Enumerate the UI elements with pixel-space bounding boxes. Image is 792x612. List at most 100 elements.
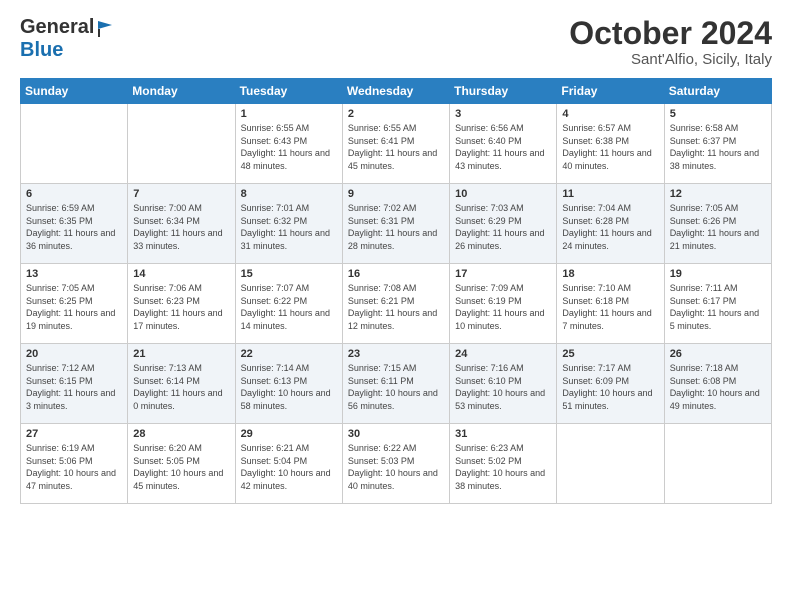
header: General Blue October 2024 Sant'Alfio, Si… bbox=[20, 16, 772, 68]
header-sunday: Sunday bbox=[21, 79, 128, 104]
day-number: 21 bbox=[133, 348, 229, 360]
calendar-cell: 16 Sunrise: 7:08 AM Sunset: 6:21 PM Dayli… bbox=[342, 264, 449, 344]
day-number: 12 bbox=[670, 188, 766, 200]
page: General Blue October 2024 Sant'Alfio, Si… bbox=[0, 0, 792, 514]
calendar-cell: 20 Sunrise: 7:12 AM Sunset: 6:15 PM Dayli… bbox=[21, 344, 128, 424]
day-number: 24 bbox=[455, 348, 551, 360]
day-info: Sunrise: 7:17 AM Sunset: 6:09 PM Dayligh… bbox=[562, 362, 658, 412]
calendar-cell: 31Sunrise: 6:23 AM Sunset: 5:02 PM Dayli… bbox=[450, 424, 557, 504]
day-info: Sunrise: 7:18 AM Sunset: 6:08 PM Dayligh… bbox=[670, 362, 766, 412]
calendar-cell: 28Sunrise: 6:20 AM Sunset: 5:05 PM Dayli… bbox=[128, 424, 235, 504]
calendar-cell: 18 Sunrise: 7:10 AM Sunset: 6:18 PM Dayli… bbox=[557, 264, 664, 344]
calendar-cell bbox=[557, 424, 664, 504]
calendar-week-row: 6 Sunrise: 6:59 AM Sunset: 6:35 PM Daylig… bbox=[21, 184, 772, 264]
calendar-cell: 24Sunrise: 7:16 AM Sunset: 6:10 PM Dayli… bbox=[450, 344, 557, 424]
day-info: Sunrise: 7:11 AM Sunset: 6:17 PM Dayligh… bbox=[670, 282, 766, 332]
day-info: Sunrise: 7:09 AM Sunset: 6:19 PM Dayligh… bbox=[455, 282, 551, 332]
calendar-cell: 14 Sunrise: 7:06 AM Sunset: 6:23 PM Dayli… bbox=[128, 264, 235, 344]
calendar-cell: 21 Sunrise: 7:13 AM Sunset: 6:14 PM Dayli… bbox=[128, 344, 235, 424]
day-number: 17 bbox=[455, 268, 551, 280]
day-info: Sunrise: 7:07 AM Sunset: 6:22 PM Dayligh… bbox=[241, 282, 337, 332]
day-number: 13 bbox=[26, 268, 122, 280]
day-info: Sunrise: 7:14 AM Sunset: 6:13 PM Dayligh… bbox=[241, 362, 337, 412]
day-number: 18 bbox=[562, 268, 658, 280]
calendar-cell: 6 Sunrise: 6:59 AM Sunset: 6:35 PM Daylig… bbox=[21, 184, 128, 264]
calendar-cell: 2 Sunrise: 6:55 AM Sunset: 6:41 PM Daylig… bbox=[342, 104, 449, 184]
calendar-cell bbox=[21, 104, 128, 184]
day-info: Sunrise: 7:13 AM Sunset: 6:14 PM Dayligh… bbox=[133, 362, 229, 412]
day-number: 15 bbox=[241, 268, 337, 280]
calendar-cell: 26Sunrise: 7:18 AM Sunset: 6:08 PM Dayli… bbox=[664, 344, 771, 424]
calendar-cell: 23 Sunrise: 7:15 AM Sunset: 6:11 PM Dayli… bbox=[342, 344, 449, 424]
day-number: 30 bbox=[348, 428, 444, 440]
day-number: 6 bbox=[26, 188, 122, 200]
calendar-cell: 25 Sunrise: 7:17 AM Sunset: 6:09 PM Dayli… bbox=[557, 344, 664, 424]
day-info: Sunrise: 6:23 AM Sunset: 5:02 PM Dayligh… bbox=[455, 442, 551, 492]
calendar-cell: 10 Sunrise: 7:03 AM Sunset: 6:29 PM Dayli… bbox=[450, 184, 557, 264]
calendar-cell: 3Sunrise: 6:56 AM Sunset: 6:40 PM Daylig… bbox=[450, 104, 557, 184]
calendar-cell: 29Sunrise: 6:21 AM Sunset: 5:04 PM Dayli… bbox=[235, 424, 342, 504]
day-info: Sunrise: 7:12 AM Sunset: 6:15 PM Dayligh… bbox=[26, 362, 122, 412]
day-info: Sunrise: 6:19 AM Sunset: 5:06 PM Dayligh… bbox=[26, 442, 122, 492]
calendar-week-row: 27 Sunrise: 6:19 AM Sunset: 5:06 PM Dayli… bbox=[21, 424, 772, 504]
calendar-cell: 22Sunrise: 7:14 AM Sunset: 6:13 PM Dayli… bbox=[235, 344, 342, 424]
calendar-cell bbox=[128, 104, 235, 184]
calendar-cell: 8 Sunrise: 7:01 AM Sunset: 6:32 PM Daylig… bbox=[235, 184, 342, 264]
location-subtitle: Sant'Alfio, Sicily, Italy bbox=[569, 51, 772, 68]
day-info: Sunrise: 6:55 AM Sunset: 6:43 PM Dayligh… bbox=[241, 122, 337, 172]
day-number: 14 bbox=[133, 268, 229, 280]
day-number: 3 bbox=[455, 108, 551, 120]
header-saturday: Saturday bbox=[664, 79, 771, 104]
header-thursday: Thursday bbox=[450, 79, 557, 104]
logo-flag-icon bbox=[96, 19, 114, 37]
day-info: Sunrise: 6:55 AM Sunset: 6:41 PM Dayligh… bbox=[348, 122, 444, 172]
calendar-cell: 5 Sunrise: 6:58 AM Sunset: 6:37 PM Daylig… bbox=[664, 104, 771, 184]
month-title: October 2024 bbox=[569, 16, 772, 51]
calendar-cell: 15 Sunrise: 7:07 AM Sunset: 6:22 PM Dayli… bbox=[235, 264, 342, 344]
day-number: 27 bbox=[26, 428, 122, 440]
day-info: Sunrise: 6:20 AM Sunset: 5:05 PM Dayligh… bbox=[133, 442, 229, 492]
day-info: Sunrise: 7:06 AM Sunset: 6:23 PM Dayligh… bbox=[133, 282, 229, 332]
day-number: 20 bbox=[26, 348, 122, 360]
calendar-cell: 30Sunrise: 6:22 AM Sunset: 5:03 PM Dayli… bbox=[342, 424, 449, 504]
header-tuesday: Tuesday bbox=[235, 79, 342, 104]
calendar-cell: 27 Sunrise: 6:19 AM Sunset: 5:06 PM Dayli… bbox=[21, 424, 128, 504]
day-number: 5 bbox=[670, 108, 766, 120]
calendar-cell: 17 Sunrise: 7:09 AM Sunset: 6:19 PM Dayli… bbox=[450, 264, 557, 344]
calendar-header: Sunday Monday Tuesday Wednesday Thursday… bbox=[21, 79, 772, 104]
calendar-cell: 19Sunrise: 7:11 AM Sunset: 6:17 PM Dayli… bbox=[664, 264, 771, 344]
day-info: Sunrise: 7:15 AM Sunset: 6:11 PM Dayligh… bbox=[348, 362, 444, 412]
day-number: 7 bbox=[133, 188, 229, 200]
header-wednesday: Wednesday bbox=[342, 79, 449, 104]
day-number: 16 bbox=[348, 268, 444, 280]
day-info: Sunrise: 7:03 AM Sunset: 6:29 PM Dayligh… bbox=[455, 202, 551, 252]
day-info: Sunrise: 6:21 AM Sunset: 5:04 PM Dayligh… bbox=[241, 442, 337, 492]
day-info: Sunrise: 7:01 AM Sunset: 6:32 PM Dayligh… bbox=[241, 202, 337, 252]
day-info: Sunrise: 7:04 AM Sunset: 6:28 PM Dayligh… bbox=[562, 202, 658, 252]
logo-blue-text: Blue bbox=[20, 39, 63, 62]
logo: General Blue bbox=[20, 16, 114, 62]
day-info: Sunrise: 7:05 AM Sunset: 6:25 PM Dayligh… bbox=[26, 282, 122, 332]
day-number: 25 bbox=[562, 348, 658, 360]
calendar-cell: 4Sunrise: 6:57 AM Sunset: 6:38 PM Daylig… bbox=[557, 104, 664, 184]
day-number: 9 bbox=[348, 188, 444, 200]
day-number: 4 bbox=[562, 108, 658, 120]
day-info: Sunrise: 7:02 AM Sunset: 6:31 PM Dayligh… bbox=[348, 202, 444, 252]
day-info: Sunrise: 6:58 AM Sunset: 6:37 PM Dayligh… bbox=[670, 122, 766, 172]
day-number: 8 bbox=[241, 188, 337, 200]
day-number: 2 bbox=[348, 108, 444, 120]
day-info: Sunrise: 7:05 AM Sunset: 6:26 PM Dayligh… bbox=[670, 202, 766, 252]
day-info: Sunrise: 7:00 AM Sunset: 6:34 PM Dayligh… bbox=[133, 202, 229, 252]
day-number: 23 bbox=[348, 348, 444, 360]
day-number: 10 bbox=[455, 188, 551, 200]
calendar-cell: 11Sunrise: 7:04 AM Sunset: 6:28 PM Dayli… bbox=[557, 184, 664, 264]
day-info: Sunrise: 7:10 AM Sunset: 6:18 PM Dayligh… bbox=[562, 282, 658, 332]
day-info: Sunrise: 6:59 AM Sunset: 6:35 PM Dayligh… bbox=[26, 202, 122, 252]
header-friday: Friday bbox=[557, 79, 664, 104]
day-info: Sunrise: 7:08 AM Sunset: 6:21 PM Dayligh… bbox=[348, 282, 444, 332]
header-row: Sunday Monday Tuesday Wednesday Thursday… bbox=[21, 79, 772, 104]
calendar-body: 1Sunrise: 6:55 AM Sunset: 6:43 PM Daylig… bbox=[21, 104, 772, 504]
calendar-week-row: 13 Sunrise: 7:05 AM Sunset: 6:25 PM Dayli… bbox=[21, 264, 772, 344]
calendar-cell bbox=[664, 424, 771, 504]
title-block: October 2024 Sant'Alfio, Sicily, Italy bbox=[569, 16, 772, 68]
